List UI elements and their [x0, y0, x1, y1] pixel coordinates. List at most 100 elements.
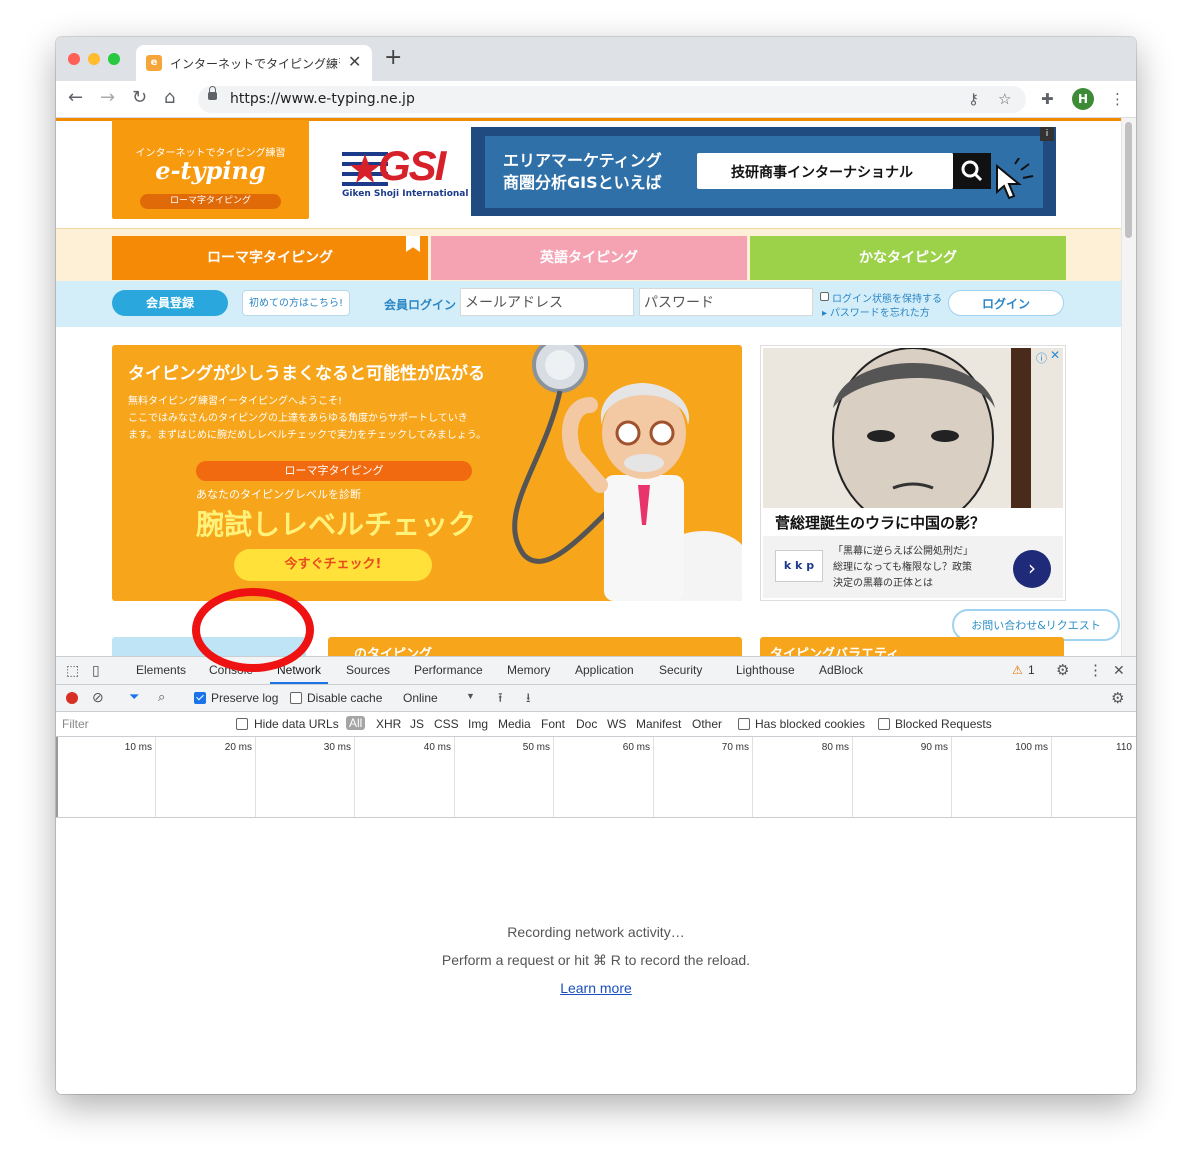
search-icon[interactable]: ⌕: [158, 689, 165, 705]
preserve-log-checkbox[interactable]: [194, 692, 206, 704]
type-filter-doc[interactable]: Doc: [576, 717, 597, 731]
clear-icon[interactable]: ⊘: [92, 689, 104, 706]
forgot-password-link[interactable]: ▸ パスワードを忘れた方: [822, 304, 930, 319]
minimize-window-button[interactable]: [88, 53, 100, 65]
filter-input[interactable]: Filter: [62, 717, 222, 731]
type-filter-all[interactable]: All: [346, 716, 366, 730]
warning-count[interactable]: 1: [1028, 657, 1035, 684]
register-button[interactable]: 会員登録: [112, 290, 228, 316]
close-window-button[interactable]: [68, 53, 80, 65]
category-romaji[interactable]: ローマ字タイピング: [112, 236, 428, 280]
tab-sources[interactable]: Sources: [346, 657, 390, 684]
browser-tab[interactable]: e インターネットでタイピング練習 - ✕: [136, 45, 372, 81]
hero-desc-line3: ます。まずはじめに腕だめしレベルチェックで実力をチェックしてみましょう。: [128, 430, 487, 441]
throttling-select[interactable]: Online: [403, 691, 438, 705]
type-filter-js[interactable]: JS: [410, 717, 424, 731]
devtools-panel: ⬚ ▯ Elements Console Network Sources Per…: [56, 656, 1136, 1094]
reload-icon[interactable]: ↻: [132, 87, 147, 109]
category-english[interactable]: 英語タイピング: [431, 236, 747, 280]
tab-lighthouse[interactable]: Lighthouse: [736, 657, 795, 684]
close-tab-icon[interactable]: ✕: [348, 52, 361, 71]
timeline-tick: 10 ms: [125, 737, 156, 817]
hero-desc-line1: 無料タイピング練習イータイピングへようこそ!: [128, 396, 343, 407]
hero-title: タイピングが少しうまくなると可能性が広がる: [128, 364, 485, 384]
close-devtools-icon[interactable]: ✕: [1113, 657, 1125, 684]
keep-login-checkbox[interactable]: [820, 292, 829, 301]
type-filter-font[interactable]: Font: [541, 717, 565, 731]
search-icon: [953, 153, 991, 189]
banner-search-box: 技研商事インターナショナル: [697, 153, 953, 189]
type-filter-other[interactable]: Other: [692, 717, 722, 731]
hide-data-urls-checkbox[interactable]: [236, 718, 248, 730]
type-filter-ws[interactable]: WS: [607, 717, 626, 731]
new-tab-button[interactable]: +: [384, 47, 402, 69]
lower-card-typing[interactable]: のタイピング: [328, 637, 742, 656]
banner-ad[interactable]: エリアマーケティング 商圏分析GISといえば 技研商事インターナショナル i: [471, 127, 1056, 216]
type-filter-manifest[interactable]: Manifest: [636, 717, 681, 731]
export-har-icon[interactable]: ⭳: [526, 689, 531, 711]
forward-icon[interactable]: →: [100, 87, 115, 109]
news-ad[interactable]: ⓘ ✕ 菅総理誕生のウラに中国の影？ k k p 「黒幕に逆らえば公開処刑だ」 …: [760, 345, 1066, 601]
tab-elements[interactable]: Elements: [136, 657, 186, 684]
type-filter-media[interactable]: Media: [498, 717, 531, 731]
first-time-link[interactable]: 初めての方はこちら!: [242, 290, 350, 316]
record-icon[interactable]: [66, 692, 78, 704]
network-toolbar: ⊘ ⏷ ⌕ Preserve log Disable cache Online …: [56, 685, 1136, 712]
page-scrollbar[interactable]: [1121, 118, 1136, 656]
check-now-button[interactable]: 今すぐチェック!: [234, 549, 432, 581]
timeline-tick: 80 ms: [822, 737, 853, 817]
address-bar[interactable]: https://www.e-typing.ne.jp ⚷ ☆: [198, 86, 1026, 113]
disable-cache-checkbox[interactable]: [290, 692, 302, 704]
key-icon[interactable]: ⚷: [968, 90, 979, 108]
hero-banner[interactable]: タイピングが少しうまくなると可能性が広がる 無料タイピング練習イータイピングへよ…: [112, 345, 742, 601]
type-filter-css[interactable]: CSS: [434, 717, 459, 731]
adchoices-icon[interactable]: ⓘ: [1036, 350, 1047, 366]
warning-icon[interactable]: ⚠: [1012, 657, 1023, 684]
extensions-puzzle-icon[interactable]: ✚: [1041, 90, 1054, 108]
network-timeline-overview[interactable]: 10 ms 20 ms 30 ms 40 ms 50 ms 60 ms 70 m…: [56, 737, 1136, 818]
timeline-tick: 70 ms: [722, 737, 753, 817]
home-icon[interactable]: ⌂: [164, 87, 175, 109]
bookmark-star-icon[interactable]: ☆: [998, 90, 1011, 108]
ad-headline[interactable]: 菅総理誕生のウラに中国の影？: [775, 512, 985, 533]
tab-performance[interactable]: Performance: [414, 657, 483, 684]
login-button[interactable]: ログイン: [948, 290, 1064, 316]
email-field[interactable]: メールアドレス: [460, 288, 634, 316]
learn-more-link[interactable]: Learn more: [560, 980, 632, 996]
tab-application[interactable]: Application: [575, 657, 634, 684]
inspect-element-icon[interactable]: ⬚: [66, 657, 79, 684]
ad-close-icon[interactable]: ✕: [1050, 348, 1060, 362]
profile-avatar[interactable]: H: [1072, 88, 1094, 110]
device-toolbar-icon[interactable]: ▯: [92, 657, 100, 684]
gsi-sponsor-logo[interactable]: GSI Giken Shoji International: [342, 142, 468, 206]
ad-info-icon[interactable]: i: [1040, 127, 1054, 141]
blocked-requests-checkbox[interactable]: [878, 718, 890, 730]
page-scroll-thumb[interactable]: [1125, 122, 1132, 238]
tab-security[interactable]: Security: [659, 657, 702, 684]
has-blocked-cookies-checkbox[interactable]: [738, 718, 750, 730]
back-icon[interactable]: ←: [68, 87, 83, 109]
e-typing-logo[interactable]: インターネットでタイピング練習 e-typing ローマ字タイピング: [112, 120, 309, 219]
lower-card-variety[interactable]: タイピングバラエティ: [760, 637, 1064, 656]
settings-gear-icon[interactable]: ⚙: [1056, 657, 1069, 684]
keep-login-label: ログイン状態を保持する: [832, 294, 942, 305]
tab-adblock[interactable]: AdBlock: [819, 657, 863, 684]
password-field[interactable]: パスワード: [639, 288, 813, 316]
tab-memory[interactable]: Memory: [507, 657, 550, 684]
url-text[interactable]: https://www.e-typing.ne.jp: [230, 91, 415, 107]
lock-icon[interactable]: [208, 86, 217, 100]
filter-funnel-icon[interactable]: ⏷: [129, 689, 139, 705]
category-kana[interactable]: かなタイピング: [750, 236, 1066, 280]
menu-kebab-icon[interactable]: ⋮: [1110, 90, 1125, 108]
timeline-tick: 50 ms: [523, 737, 554, 817]
chevron-down-icon[interactable]: ▼: [466, 691, 475, 701]
chevron-right-icon[interactable]: ›: [1013, 550, 1051, 588]
type-filter-img[interactable]: Img: [468, 717, 488, 731]
import-har-icon[interactable]: ⭱: [498, 689, 503, 711]
timeline-tick: 40 ms: [424, 737, 455, 817]
type-filter-xhr[interactable]: XHR: [376, 717, 401, 731]
maximize-window-button[interactable]: [108, 53, 120, 65]
devtools-menu-icon[interactable]: ⋮: [1088, 657, 1103, 684]
network-settings-gear-icon[interactable]: ⚙: [1111, 689, 1124, 707]
timeline-tick: 60 ms: [623, 737, 654, 817]
